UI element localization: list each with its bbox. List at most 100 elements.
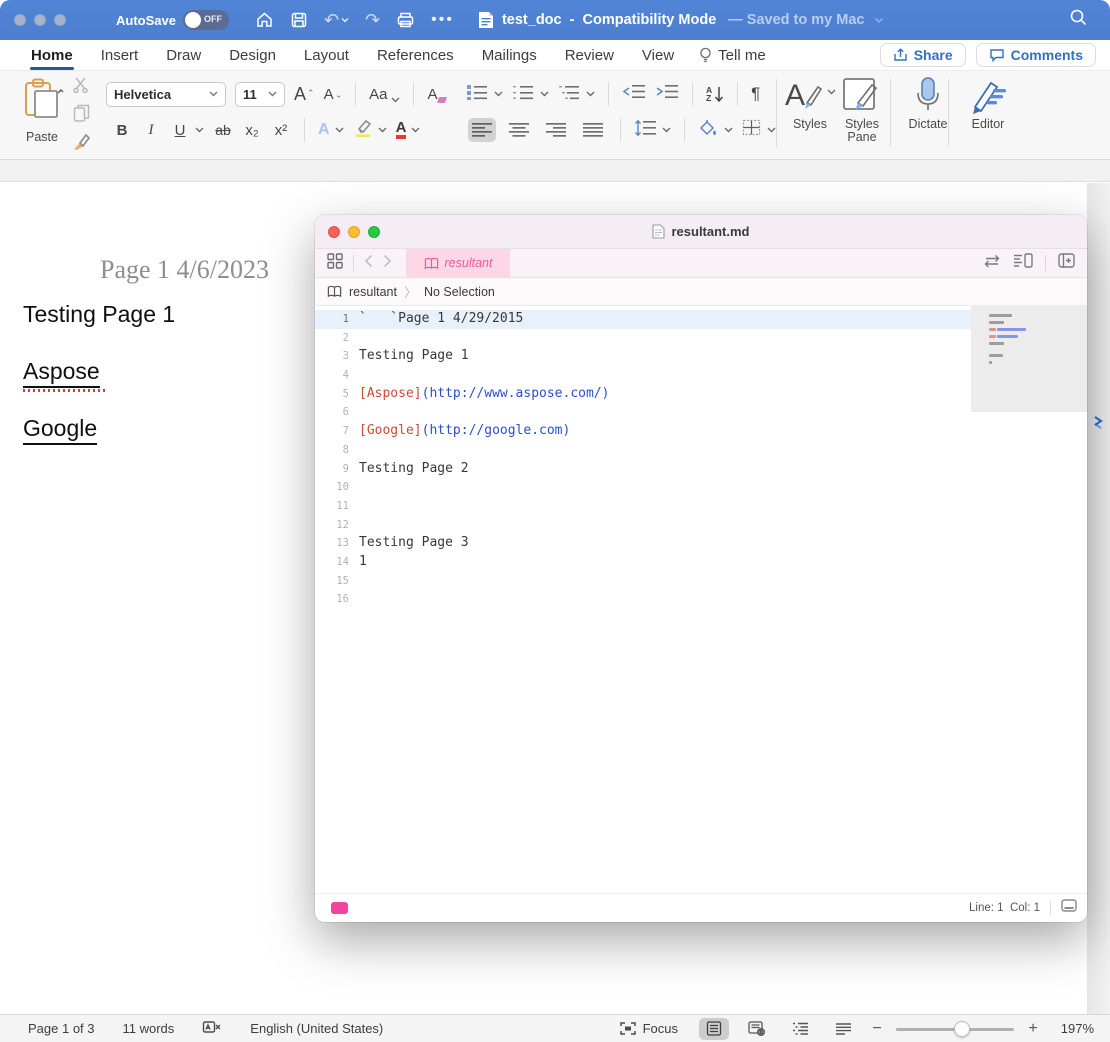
window-pane-icon[interactable] — [1061, 899, 1077, 917]
paste-button[interactable]: Paste — [16, 77, 68, 144]
breadcrumb-selection[interactable]: No Selection — [424, 285, 495, 299]
show-paragraph-marks-button[interactable]: ¶ — [751, 84, 760, 104]
tab-insert[interactable]: Insert — [100, 43, 140, 68]
styles-button[interactable]: A Styles — [784, 77, 836, 131]
chevron-down-icon[interactable] — [411, 127, 420, 133]
code-line[interactable]: 12 — [315, 516, 971, 535]
close-button[interactable] — [14, 14, 26, 26]
minimize-button[interactable] — [348, 226, 360, 238]
zoom-in-button[interactable]: + — [1027, 1020, 1039, 1038]
outdent-icon[interactable] — [622, 84, 646, 104]
web-layout-view-icon[interactable] — [742, 1018, 772, 1040]
zoom-out-button[interactable]: − — [871, 1020, 883, 1038]
outline-view-icon[interactable] — [785, 1018, 815, 1040]
text-effects-button[interactable]: A — [318, 121, 330, 139]
chevron-down-icon[interactable] — [540, 91, 549, 97]
code-line[interactable]: 1` `Page 1 4/29/2015 — [315, 310, 971, 329]
code-line[interactable]: 7[Google](http://google.com) — [315, 422, 971, 441]
document-scrollbar[interactable] — [1087, 183, 1110, 1014]
code-line[interactable]: 11 — [315, 497, 971, 516]
print-icon[interactable] — [396, 11, 415, 29]
document-paragraph[interactable]: Testing Page 1 — [23, 301, 175, 328]
cut-icon[interactable] — [72, 77, 90, 98]
font-name-select[interactable]: Helvetica — [106, 82, 226, 107]
document-link-google[interactable]: Google — [23, 415, 97, 445]
zoom-button[interactable] — [368, 226, 380, 238]
tab-mailings[interactable]: Mailings — [481, 43, 538, 68]
spelling-muted-icon[interactable] — [202, 1020, 222, 1038]
code-line[interactable]: 141 — [315, 553, 971, 572]
justify-button[interactable] — [579, 118, 607, 142]
breadcrumb-file[interactable]: resultant — [349, 285, 397, 299]
scroll-marker-icon[interactable] — [1093, 415, 1104, 431]
home-icon[interactable] — [255, 11, 274, 29]
chevron-down-icon[interactable] — [874, 17, 884, 24]
align-center-button[interactable] — [505, 118, 533, 142]
numbered-list-button[interactable] — [512, 84, 534, 105]
tab-tell-me[interactable]: Tell me — [699, 47, 766, 64]
grow-font-button[interactable]: A⌃ — [294, 84, 315, 105]
line-spacing-button[interactable] — [634, 120, 656, 141]
syntax-color-swatch[interactable] — [331, 902, 348, 914]
shading-icon[interactable] — [698, 119, 718, 141]
inspector-icon[interactable] — [1013, 253, 1033, 273]
chevron-down-icon[interactable] — [767, 127, 776, 133]
underline-button[interactable]: U — [170, 122, 190, 139]
code-line[interactable]: 5[Aspose](http://www.aspose.com/) — [315, 385, 971, 404]
print-layout-view-icon[interactable] — [699, 1018, 729, 1040]
autosave-toggle[interactable]: OFF — [183, 10, 229, 30]
shrink-font-button[interactable]: A⌃ — [324, 86, 343, 103]
more-icon[interactable]: ••• — [431, 11, 454, 29]
highlight-button[interactable] — [353, 119, 373, 142]
draft-view-icon[interactable] — [828, 1018, 858, 1040]
tab-review[interactable]: Review — [564, 43, 615, 68]
font-size-select[interactable]: 11 — [235, 82, 285, 107]
code-line[interactable]: 3Testing Page 1 — [315, 347, 971, 366]
grid-overview-icon[interactable] — [327, 253, 343, 274]
chevron-down-icon[interactable] — [378, 127, 387, 133]
chevron-down-icon[interactable] — [494, 91, 503, 97]
page-count[interactable]: Page 1 of 3 — [28, 1021, 95, 1036]
chevron-down-icon[interactable] — [195, 127, 204, 133]
tab-resultant[interactable]: resultant — [406, 249, 510, 278]
minimize-button[interactable] — [34, 14, 46, 26]
tab-layout[interactable]: Layout — [303, 43, 350, 68]
styles-pane-button[interactable]: StylesPane — [836, 77, 888, 144]
multilevel-list-button[interactable] — [558, 84, 580, 105]
swap-arrows-icon[interactable] — [983, 254, 1001, 273]
search-icon[interactable] — [1069, 8, 1088, 32]
editor-button[interactable]: Editor — [962, 77, 1014, 131]
focus-toggle[interactable]: Focus — [620, 1021, 678, 1036]
chevron-down-icon[interactable] — [724, 127, 733, 133]
code-line[interactable]: 6 — [315, 403, 971, 422]
code-line[interactable]: 9Testing Page 2 — [315, 460, 971, 479]
strikethrough-button[interactable]: ab — [213, 122, 233, 138]
zoom-slider-knob[interactable] — [954, 1021, 970, 1037]
format-painter-icon[interactable] — [72, 133, 90, 156]
word-count[interactable]: 11 words — [123, 1021, 175, 1036]
clear-formatting-button[interactable]: A — [427, 86, 437, 103]
tab-draw[interactable]: Draw — [165, 43, 202, 68]
code-line[interactable]: 10 — [315, 478, 971, 497]
save-icon[interactable] — [290, 11, 308, 29]
tab-references[interactable]: References — [376, 43, 455, 68]
split-editor-icon[interactable] — [1058, 253, 1075, 273]
language-indicator[interactable]: English (United States) — [250, 1021, 383, 1036]
code-line[interactable]: 8 — [315, 441, 971, 460]
italic-button[interactable]: I — [141, 122, 161, 139]
chevron-down-icon[interactable] — [335, 127, 344, 133]
bullet-list-button[interactable] — [466, 84, 488, 105]
code-line[interactable]: 2 — [315, 329, 971, 348]
subscript-button[interactable]: x₂ — [242, 122, 262, 139]
comments-button[interactable]: Comments — [976, 43, 1096, 67]
code-line[interactable]: 15 — [315, 572, 971, 591]
borders-icon[interactable] — [742, 119, 761, 141]
share-button[interactable]: Share — [880, 43, 966, 67]
superscript-button[interactable]: x² — [271, 122, 291, 139]
document-link-aspose[interactable]: Aspose — [23, 358, 100, 388]
chevron-down-icon[interactable] — [586, 91, 595, 97]
forward-chevron-icon[interactable] — [383, 254, 392, 273]
zoom-slider[interactable] — [896, 1021, 1014, 1037]
change-case-button[interactable]: Aa — [369, 86, 400, 103]
zoom-percent[interactable]: 197% — [1052, 1021, 1094, 1036]
